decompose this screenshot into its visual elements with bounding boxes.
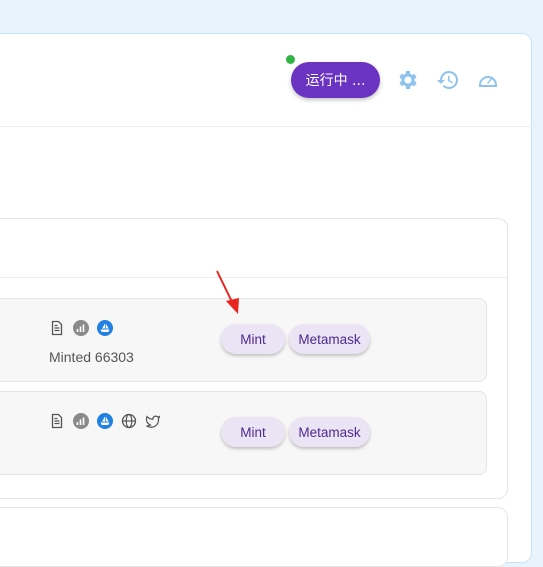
- ship-icon[interactable]: [97, 320, 113, 336]
- status-indicator: [286, 55, 295, 64]
- chart-icon[interactable]: [73, 413, 89, 429]
- chart-icon[interactable]: [73, 320, 89, 336]
- mint-button[interactable]: Mint: [221, 324, 285, 354]
- document-icon[interactable]: [49, 413, 65, 429]
- speedometer-icon[interactable]: [476, 68, 500, 92]
- section-header-divider: [0, 277, 508, 278]
- run-status-button[interactable]: 运行中 ...: [291, 62, 380, 98]
- metamask-button[interactable]: Metamask: [289, 324, 370, 354]
- gear-icon[interactable]: [396, 68, 420, 92]
- globe-icon[interactable]: [121, 413, 137, 429]
- ship-icon[interactable]: [97, 413, 113, 429]
- annotation-arrow-icon: [216, 270, 239, 314]
- mint-button[interactable]: Mint: [221, 417, 285, 447]
- metamask-button[interactable]: Metamask: [289, 417, 370, 447]
- history-icon[interactable]: [436, 68, 460, 92]
- document-icon[interactable]: [49, 320, 65, 336]
- toolbar-divider: [0, 126, 532, 127]
- twitter-icon[interactable]: [145, 413, 161, 429]
- next-section: [0, 507, 508, 567]
- minted-count: Minted 66303: [49, 349, 134, 365]
